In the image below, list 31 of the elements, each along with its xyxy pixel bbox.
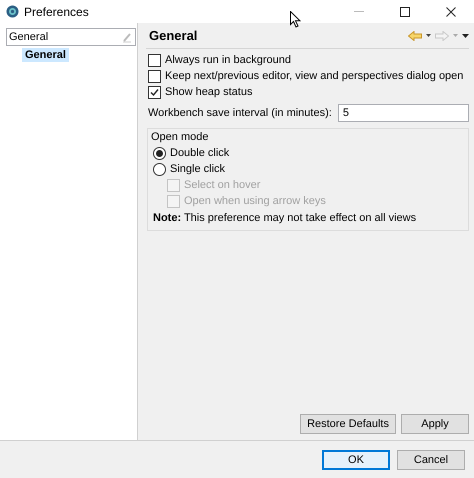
option-label: Keep next/previous editor, view and perspectives dialog open [165, 70, 464, 82]
apply-button[interactable]: Apply [401, 414, 469, 434]
page-title: General [149, 28, 198, 43]
app-icon [6, 5, 19, 18]
window-title: Preferences [24, 4, 89, 18]
restore-defaults-button[interactable]: Restore Defaults [300, 414, 396, 434]
radio-button[interactable] [153, 146, 166, 160]
checkbox[interactable] [148, 70, 161, 82]
option-label: Open when using arrow keys [184, 195, 326, 207]
option-label: Select on hover [184, 179, 260, 191]
maximize-icon[interactable] [400, 6, 410, 16]
checkbox[interactable] [148, 54, 161, 66]
field-label: Workbench save interval (in minutes): [148, 107, 332, 119]
filter-field[interactable]: General [6, 28, 136, 46]
checkbox[interactable] [148, 86, 161, 98]
close-icon[interactable] [446, 6, 456, 16]
group-title: Open mode [151, 130, 210, 145]
radio-button[interactable] [153, 162, 166, 176]
tree-item[interactable]: General [22, 48, 69, 62]
view-menu-icon[interactable] [462, 34, 469, 38]
option-label: Show heap status [165, 86, 252, 98]
cancel-button[interactable]: Cancel [397, 450, 465, 470]
caret-icon[interactable] [426, 34, 431, 37]
option-label: Double click [170, 147, 230, 159]
interval-field[interactable]: 5 [338, 104, 469, 122]
option-label: Always run in background [165, 54, 291, 66]
option-label: Single click [170, 163, 226, 175]
ok-button[interactable]: OK [322, 450, 390, 470]
note-text: Note: This preference may not take effect on all views [153, 211, 418, 226]
radio-dot [156, 150, 163, 156]
check-icon [150, 88, 159, 96]
